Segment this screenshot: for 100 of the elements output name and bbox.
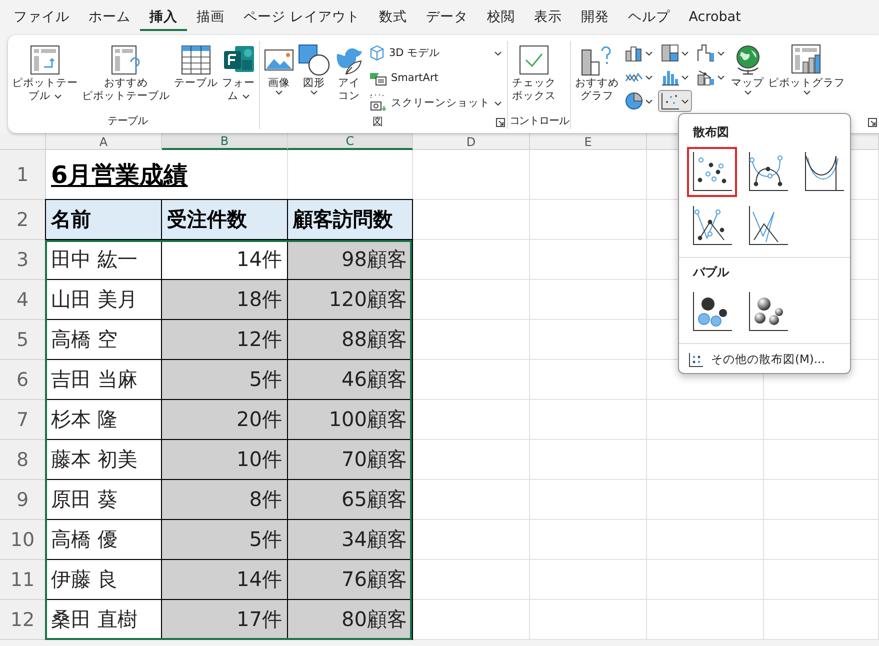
ribbon-tab[interactable]: 描画 [187, 4, 234, 31]
table-cell: 10件 [162, 440, 288, 480]
column-chart-icon [625, 44, 643, 62]
row-header: 3 [0, 240, 46, 280]
dialog-launcher-icon[interactable] [868, 118, 877, 127]
ribbon-button[interactable]: 3D モデル [367, 42, 504, 64]
smartart-icon [369, 70, 387, 86]
column-header: B [162, 133, 288, 150]
column-heading: 顧客訪問数 [287, 199, 413, 240]
ribbon-tab[interactable]: 数式 [369, 4, 416, 31]
column-header: D [413, 133, 530, 150]
chart-preview-icon [692, 152, 732, 192]
chart-preview-icon [692, 292, 732, 332]
chart-type-button[interactable] [658, 90, 692, 112]
pivot-table-icon [30, 45, 60, 75]
combo-chart-icon [697, 68, 715, 86]
ribbon-tab[interactable]: ページ レイアウト [234, 4, 370, 31]
table-cell: 18件 [162, 280, 288, 320]
ribbon-tab[interactable]: ホーム [79, 4, 140, 31]
table-cell: 100顧客 [288, 400, 413, 440]
ribbon-tab[interactable]: データ [416, 4, 478, 31]
dialog-launcher-icon[interactable] [496, 118, 505, 127]
ribbon-button[interactable]: 図形 [297, 41, 331, 98]
row-header: 6 [0, 360, 46, 400]
chart-preview-icon [748, 292, 788, 332]
table-cell: 76顧客 [288, 560, 413, 600]
table-cell: 5件 [162, 360, 288, 400]
caret-icon [681, 74, 689, 80]
checkbox-icon [519, 45, 549, 75]
caret-icon [717, 74, 725, 80]
ribbon-button[interactable]: ピボットテー ブル [11, 41, 79, 106]
ribbon-button[interactable]: ピボットグラフ [767, 41, 846, 98]
ribbon-button[interactable]: アイ コン [333, 41, 365, 106]
table-cell: 5件 [162, 520, 288, 560]
row-header: 7 [0, 400, 46, 440]
row-header: 4 [0, 280, 46, 320]
ribbon-button[interactable]: SmartArt [367, 67, 504, 89]
histogram-icon [661, 68, 679, 86]
table-cell: 46顧客 [288, 360, 413, 400]
column-header: C [288, 133, 413, 150]
chart-preview-icon [748, 206, 788, 246]
ribbon-button[interactable]: フォー ム [221, 41, 256, 106]
ribbon-tab[interactable]: ファイル [4, 4, 79, 31]
table-cell: 17件 [162, 600, 288, 640]
ribbon-tab[interactable]: 挿入 [140, 4, 187, 31]
forms-icon [222, 45, 254, 75]
pivot-chart-icon [790, 44, 822, 76]
table-cell: 20件 [162, 400, 288, 440]
ribbon-tab[interactable]: 開発 [571, 4, 618, 31]
ribbon-tab[interactable]: ヘルプ [618, 4, 680, 31]
treemap-icon [661, 44, 679, 62]
caret-icon [681, 98, 689, 104]
gallery-heading: 散布図 [692, 124, 730, 141]
ribbon-button[interactable]: スクリーンショット [367, 92, 504, 114]
row-header: 12 [0, 600, 46, 640]
chart-preview-icon [748, 152, 788, 192]
more-charts-item[interactable]: その他の散布図(M)... [679, 344, 850, 367]
ribbon-button[interactable]: おすすめ ピボットテーブル [81, 41, 171, 106]
pivot-table-question-icon [111, 45, 141, 75]
row-header: 1 [0, 150, 46, 200]
row-header: 5 [0, 320, 46, 360]
pie-chart-icon [625, 92, 643, 110]
column-heading: 受注件数 [161, 199, 288, 240]
column-header: E [530, 133, 647, 150]
table-cell: 65顧客 [288, 480, 413, 520]
ribbon-tab[interactable]: 表示 [524, 4, 572, 31]
column-heading: 名前 [45, 199, 162, 240]
caret-icon [645, 74, 653, 80]
waterfall-icon [697, 44, 715, 62]
ribbon-button[interactable]: 画像 [263, 41, 295, 98]
row-header: 9 [0, 480, 46, 520]
row-header: 8 [0, 440, 46, 480]
row-header: 11 [0, 560, 46, 600]
screenshot-icon [369, 94, 387, 112]
chart-option[interactable] [687, 147, 737, 197]
ribbon-button[interactable]: テーブル [173, 41, 219, 92]
caret-icon [645, 50, 653, 56]
scatter-chart-icon [661, 92, 679, 110]
cube-icon [369, 45, 385, 61]
caret-icon [717, 50, 725, 56]
caret-icon [681, 50, 689, 56]
gallery-heading: バブル [692, 264, 730, 281]
ribbon-tab[interactable]: 校閲 [477, 4, 524, 31]
scatter-chart-icon [689, 352, 703, 366]
row-header: 10 [0, 520, 46, 560]
group-label: 図 [372, 115, 382, 130]
table-icon [181, 45, 211, 75]
group-label: コントロール [509, 114, 569, 129]
table-cell: 14件 [162, 560, 288, 600]
ribbon-button[interactable]: マップ [730, 41, 765, 98]
chart-preview-icon [804, 152, 844, 192]
ribbon-button[interactable]: おすすめ グラフ [574, 41, 620, 106]
table-cell: 8件 [162, 480, 288, 520]
chart-question-icon [581, 44, 613, 76]
ribbon-tab[interactable]: Acrobat [679, 5, 750, 30]
column-header: A [46, 133, 162, 150]
select-all-corner [0, 133, 46, 150]
ribbon-button[interactable]: チェック ボックス [511, 41, 557, 106]
row-header: 2 [0, 200, 46, 240]
shapes-icon [298, 44, 330, 76]
